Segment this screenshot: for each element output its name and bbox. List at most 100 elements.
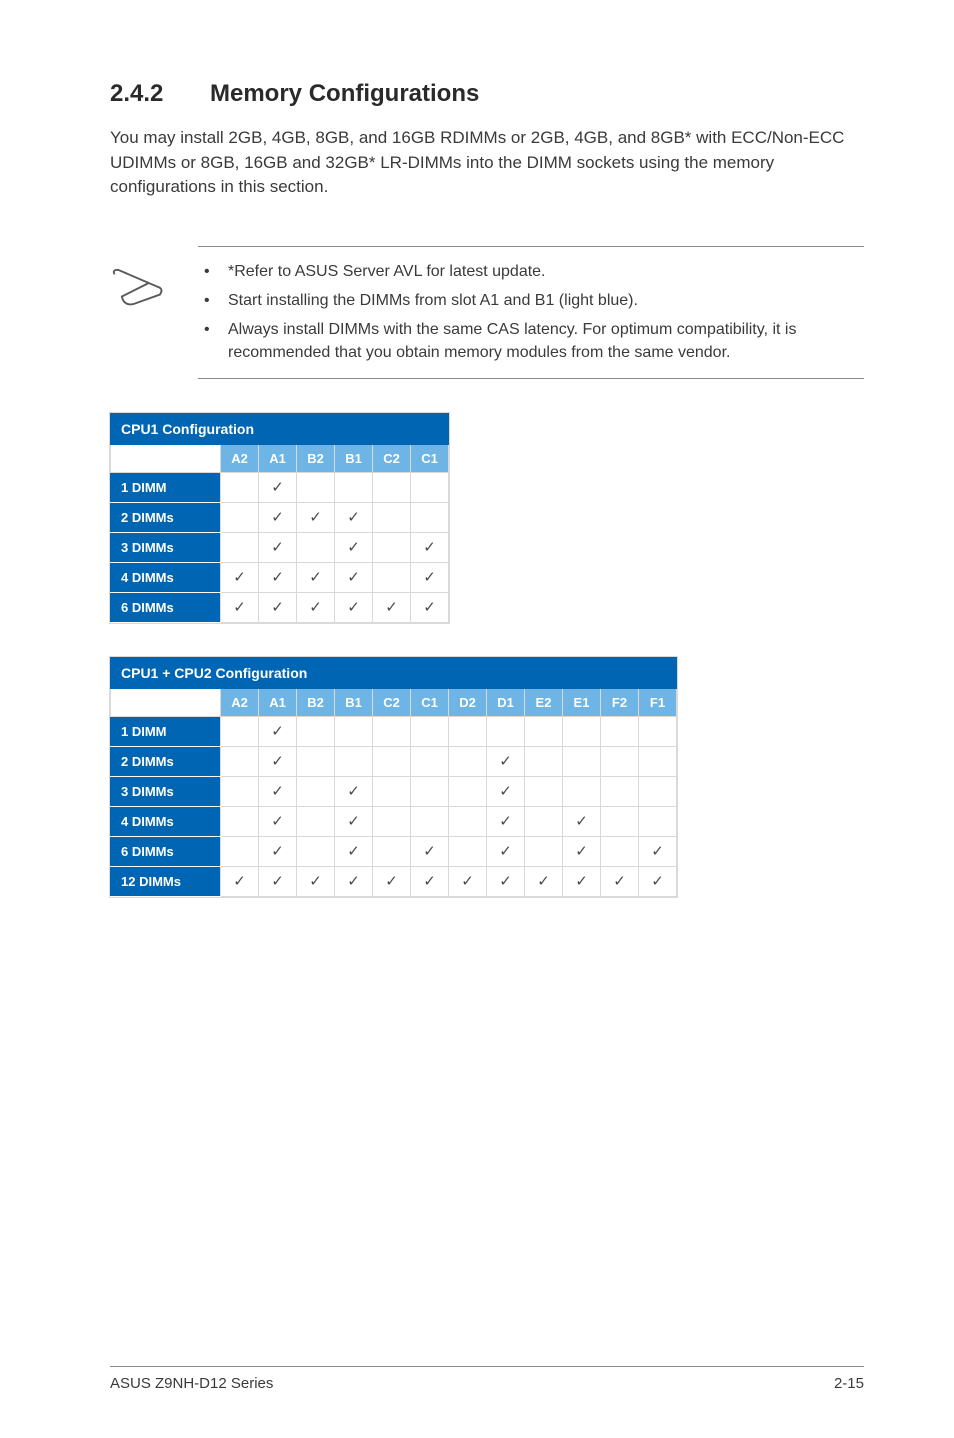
table-col-header: C2: [373, 688, 411, 716]
table-cell: [449, 776, 487, 806]
table-col-header: B1: [335, 688, 373, 716]
table-col-header: A1: [259, 688, 297, 716]
table-cell: [639, 716, 677, 746]
note-item: Always install DIMMs with the same CAS l…: [198, 315, 864, 367]
table-cell: ✓: [259, 806, 297, 836]
table-col-header: D2: [449, 688, 487, 716]
table-cell: [373, 806, 411, 836]
table-cell: ✓: [297, 502, 335, 532]
table-cell: ✓: [335, 562, 373, 592]
table-cell: [373, 776, 411, 806]
section-title-text: Memory Configurations: [210, 80, 479, 107]
table-cell: ✓: [639, 836, 677, 866]
footer-product: ASUS Z9NH-D12 Series: [110, 1375, 273, 1392]
table-cell: ✓: [259, 716, 297, 746]
table-cell: ✓: [487, 836, 525, 866]
table-cell: [297, 532, 335, 562]
table-col-header: B2: [297, 688, 335, 716]
table-cell: [373, 836, 411, 866]
table-cell: ✓: [487, 806, 525, 836]
table-corner: [111, 688, 221, 716]
table-cell: [221, 532, 259, 562]
table-row-label: 4 DIMMs: [111, 806, 221, 836]
table-cell: [639, 806, 677, 836]
table-cell: ✓: [411, 532, 449, 562]
table-cell: [601, 806, 639, 836]
table-cell: ✓: [259, 836, 297, 866]
table-col-header: A1: [259, 444, 297, 472]
table-cell: [411, 806, 449, 836]
table-cell: [601, 716, 639, 746]
section-heading: 2.4.2Memory Configurations: [110, 80, 864, 108]
table-cell: [373, 502, 411, 532]
table-cell: ✓: [335, 866, 373, 896]
table-title: CPU1 + CPU2 Configuration: [111, 657, 677, 688]
table-col-header: F2: [601, 688, 639, 716]
table-cell: [525, 746, 563, 776]
table-cell: ✓: [525, 866, 563, 896]
table-cell: ✓: [297, 562, 335, 592]
table-cell: [297, 746, 335, 776]
table-cell: ✓: [259, 472, 297, 502]
table-col-header: F1: [639, 688, 677, 716]
footer-page-number: 2-15: [834, 1375, 864, 1392]
table-row-label: 1 DIMM: [111, 472, 221, 502]
section-number: 2.4.2: [110, 80, 210, 108]
table-row-label: 1 DIMM: [111, 716, 221, 746]
table-cell: [639, 776, 677, 806]
table-cell: [221, 502, 259, 532]
table-cell: ✓: [259, 502, 297, 532]
table-cell: ✓: [297, 866, 335, 896]
table-cell: ✓: [335, 592, 373, 622]
table-cell: ✓: [563, 866, 601, 896]
table-cell: [639, 746, 677, 776]
table-cell: [411, 776, 449, 806]
table-cell: [601, 746, 639, 776]
table-cell: [411, 502, 449, 532]
table-cell: [449, 716, 487, 746]
table-cell: ✓: [449, 866, 487, 896]
table-row-label: 4 DIMMs: [111, 562, 221, 592]
note-list: *Refer to ASUS Server AVL for latest upd…: [198, 246, 864, 379]
table-cell: ✓: [411, 866, 449, 896]
table-cell: [601, 836, 639, 866]
table-col-header: E1: [563, 688, 601, 716]
table-cell: ✓: [335, 502, 373, 532]
table-cell: ✓: [487, 746, 525, 776]
table-cell: [563, 776, 601, 806]
table-cell: ✓: [563, 836, 601, 866]
table-cell: [373, 562, 411, 592]
table-row-label: 6 DIMMs: [111, 836, 221, 866]
table-row-label: 2 DIMMs: [111, 746, 221, 776]
note-block: *Refer to ASUS Server AVL for latest upd…: [110, 246, 864, 379]
table-cell: [221, 776, 259, 806]
table-cell: [373, 472, 411, 502]
table-cell: ✓: [221, 866, 259, 896]
table-cell: ✓: [259, 866, 297, 896]
table-corner: [111, 444, 221, 472]
table-col-header: C1: [411, 688, 449, 716]
table-cell: [525, 836, 563, 866]
table-cell: [221, 836, 259, 866]
table-row-label: 3 DIMMs: [111, 776, 221, 806]
table-col-header: C2: [373, 444, 411, 472]
table-cell: [297, 776, 335, 806]
table-cell: ✓: [335, 836, 373, 866]
table-cell: ✓: [259, 532, 297, 562]
table-cell: [335, 716, 373, 746]
page-footer: ASUS Z9NH-D12 Series 2-15: [110, 1366, 864, 1392]
table-cell: [449, 806, 487, 836]
table-row-label: 6 DIMMs: [111, 592, 221, 622]
table-cell: [221, 746, 259, 776]
table-col-header: B2: [297, 444, 335, 472]
table-cell: [373, 532, 411, 562]
table-cell: [525, 806, 563, 836]
table-cell: [563, 716, 601, 746]
note-item: *Refer to ASUS Server AVL for latest upd…: [198, 257, 864, 286]
table-cell: ✓: [639, 866, 677, 896]
table-cell: [297, 806, 335, 836]
table-cell: [335, 472, 373, 502]
cpu1-cpu2-config-table: CPU1 + CPU2 ConfigurationA2A1B2B1C2C1D2D…: [110, 657, 677, 897]
table-row-label: 12 DIMMs: [111, 866, 221, 896]
table-cell: [525, 716, 563, 746]
